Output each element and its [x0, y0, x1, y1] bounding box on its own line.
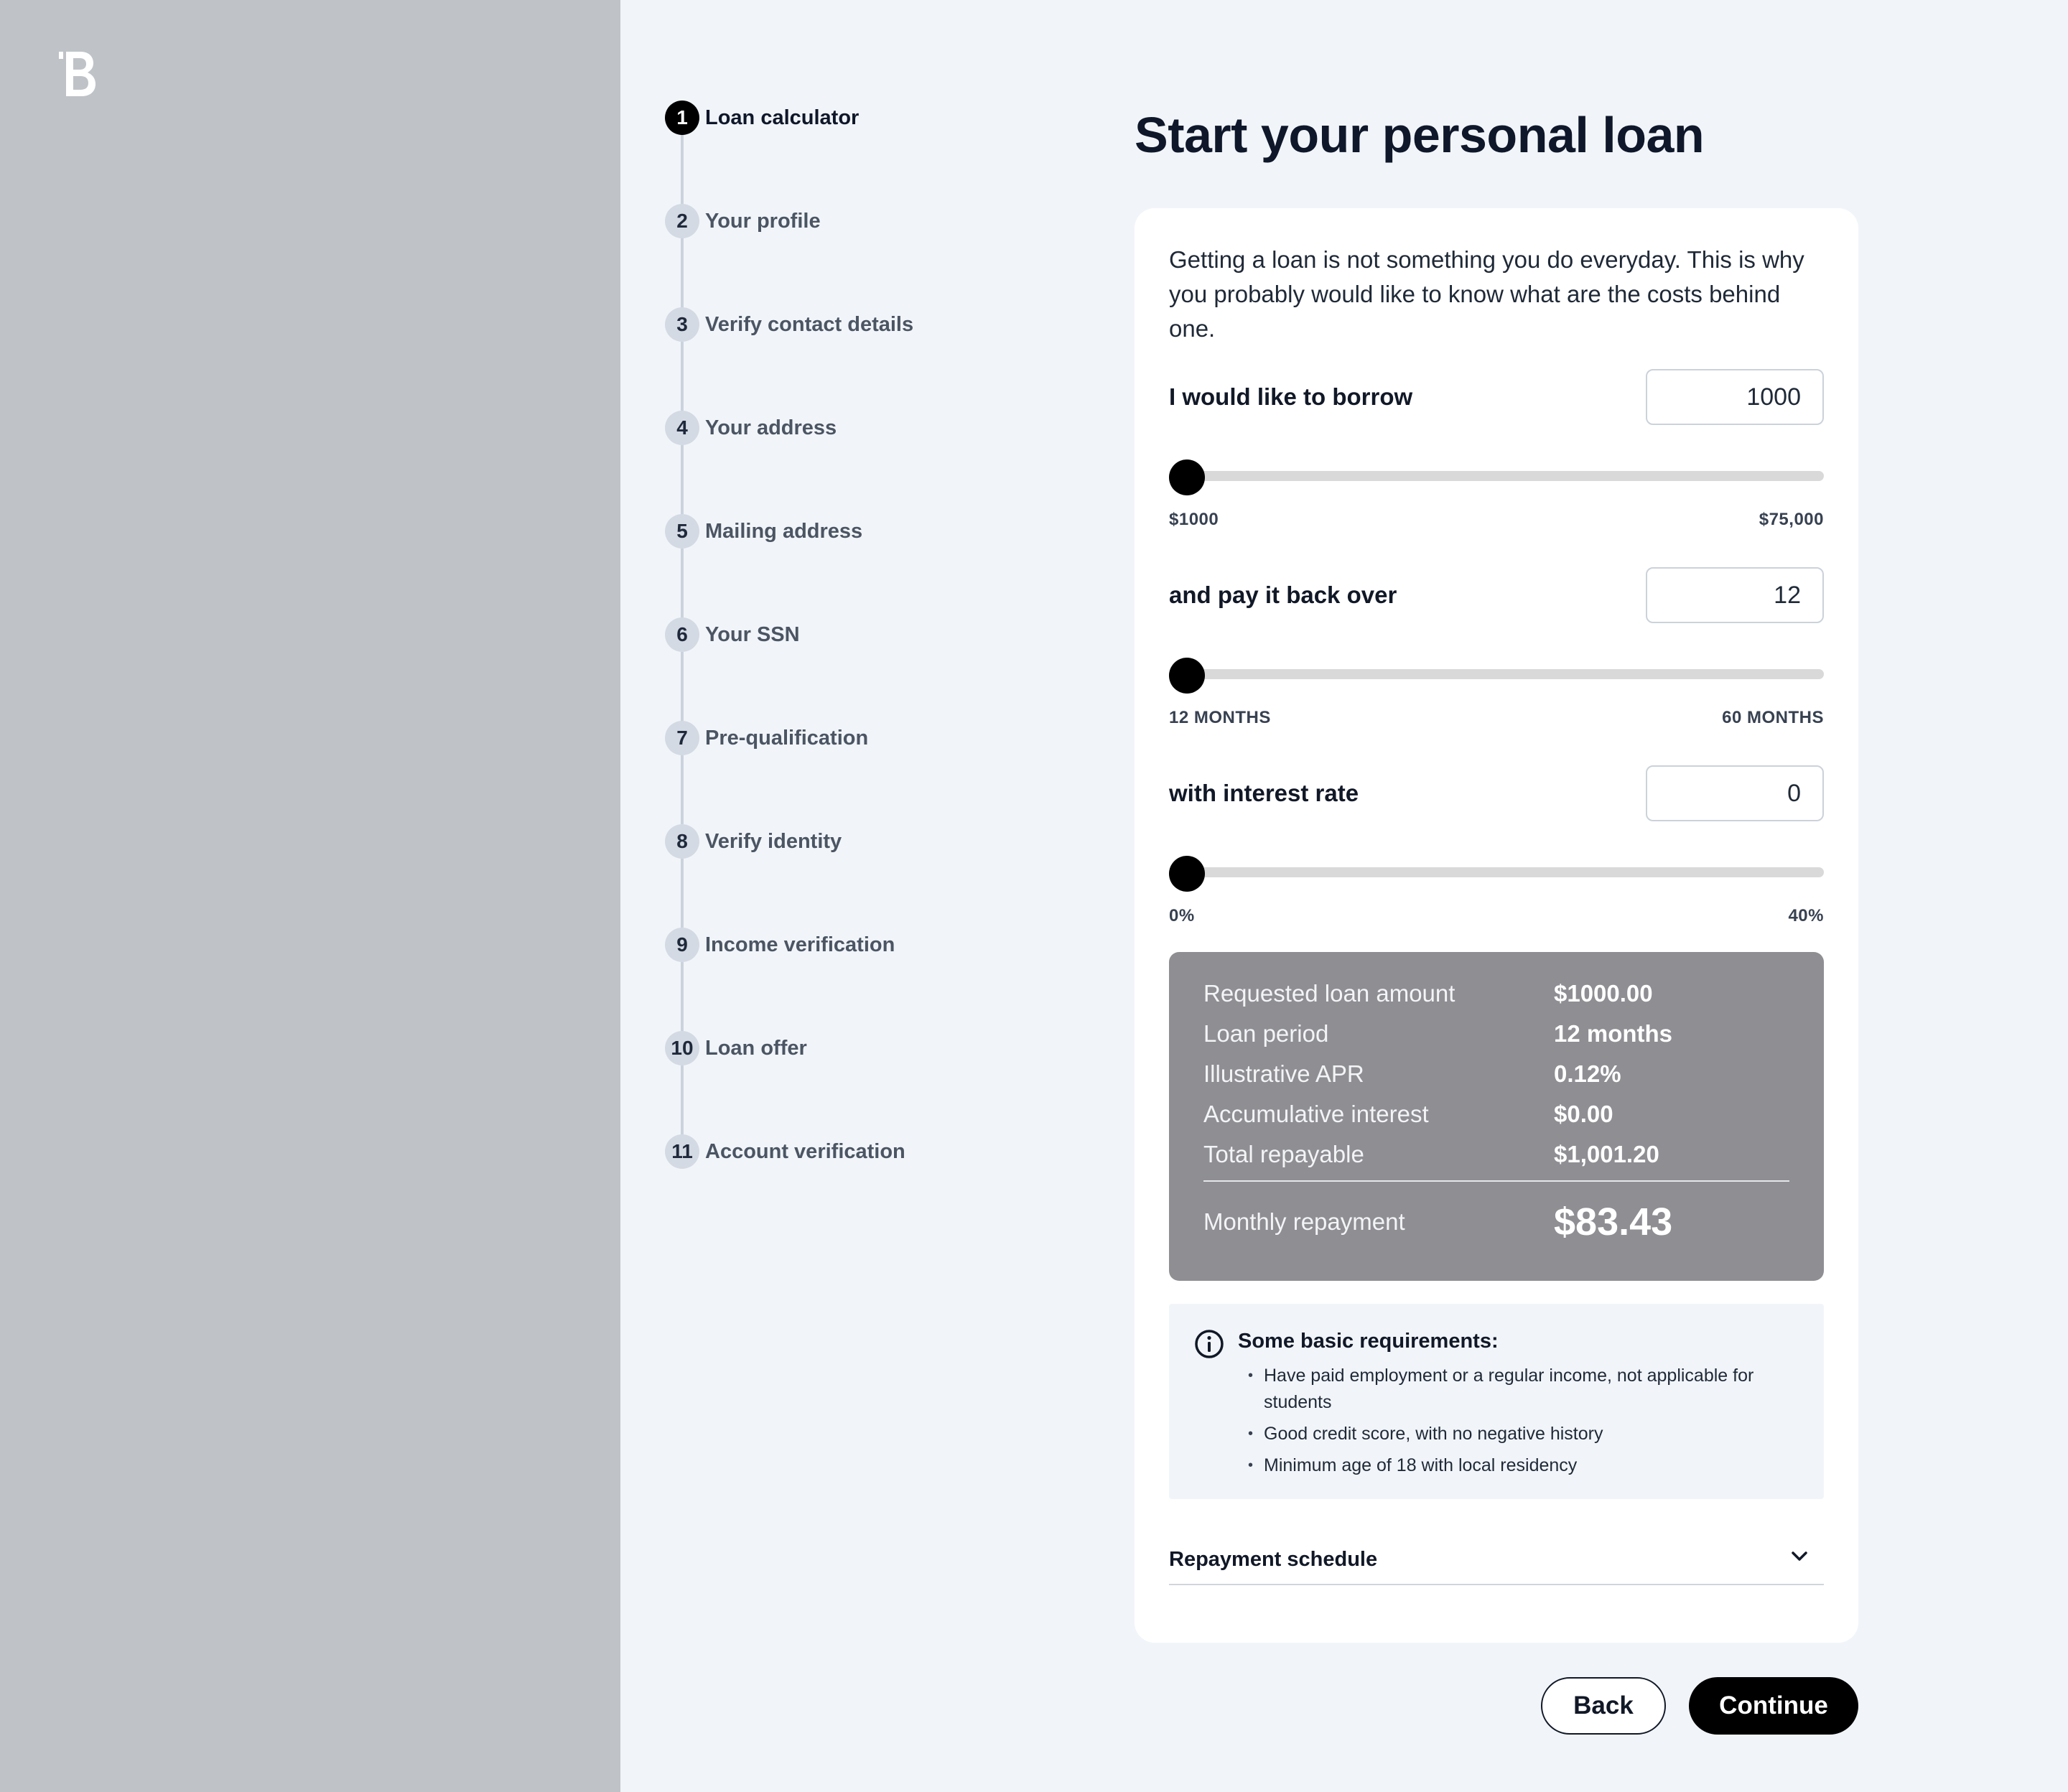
borrow-min-label: $1000 — [1169, 510, 1219, 529]
rate-label: with interest rate — [1169, 780, 1359, 806]
requirements-box: Some basic requirements: Have paid emplo… — [1169, 1304, 1824, 1499]
interest-rate-input[interactable]: 0 — [1646, 765, 1824, 821]
summary-value: $0.00 — [1554, 1101, 1613, 1127]
summary-label: Monthly repayment — [1203, 1208, 1405, 1235]
step-number: 10 — [665, 1031, 699, 1065]
page: 1 Loan calculator 2 Your profile 3 Verif… — [0, 0, 2068, 1792]
summary-row-period: Loan period 12 months — [1203, 1014, 1792, 1054]
period-max-label: 60 MONTHS — [1722, 708, 1824, 727]
summary-value: $1,001.20 — [1554, 1141, 1659, 1167]
step-connector — [681, 1065, 684, 1134]
repayment-schedule-accordion[interactable]: Repayment schedule — [1169, 1528, 1824, 1585]
step-connector — [681, 652, 684, 721]
step-connector — [681, 135, 684, 204]
summary-row-requested: Requested loan amount $1000.00 — [1203, 974, 1792, 1014]
summary-divider — [1203, 1180, 1789, 1182]
requirements-list: Have paid employment or a regular income… — [1248, 1363, 1808, 1484]
step-label: Mailing address — [705, 519, 863, 543]
step-label: Pre-qualification — [705, 726, 869, 750]
summary-row-interest: Accumulative interest $0.00 — [1203, 1094, 1792, 1134]
step-label: Loan calculator — [705, 106, 860, 129]
step-verify-identity[interactable]: 8 Verify identity — [665, 824, 842, 859]
borrow-slider-track[interactable] — [1169, 471, 1824, 481]
period-label: and pay it back over — [1169, 582, 1397, 608]
step-number: 9 — [665, 928, 699, 962]
step-label: Verify identity — [705, 829, 842, 853]
intro-text: Getting a loan is not something you do e… — [1169, 246, 1804, 342]
period-months-input[interactable]: 12 — [1646, 567, 1824, 623]
step-connector — [681, 859, 684, 928]
summary-label: Illustrative APR — [1203, 1060, 1364, 1087]
period-min-label: 12 MONTHS — [1169, 708, 1271, 727]
step-number: 5 — [665, 514, 699, 549]
summary-label: Requested loan amount — [1203, 980, 1455, 1007]
borrow-label: I would like to borrow — [1169, 383, 1413, 410]
borrow-slider-thumb[interactable] — [1169, 459, 1205, 495]
step-number: 4 — [665, 411, 699, 445]
summary-value: 12 months — [1554, 1020, 1673, 1047]
step-connector — [681, 962, 684, 1031]
monthly-repayment-value: $83.43 — [1554, 1200, 1673, 1243]
page-title: Start your personal loan — [1135, 107, 1705, 163]
step-your-address[interactable]: 4 Your address — [665, 411, 837, 445]
step-mailing-address[interactable]: 5 Mailing address — [665, 514, 862, 549]
step-label: Income verification — [705, 933, 895, 956]
loan-calculator-card: Getting a loan is not something you do e… — [1135, 208, 1858, 1643]
continue-button[interactable]: Continue — [1689, 1677, 1858, 1735]
step-label: Your profile — [705, 209, 821, 233]
rate-slider-track[interactable] — [1169, 867, 1824, 877]
requirements-title: Some basic requirements: — [1238, 1330, 1499, 1353]
step-number: 2 — [665, 204, 699, 238]
summary-label: Total repayable — [1203, 1141, 1364, 1167]
step-number: 11 — [665, 1134, 699, 1169]
step-pre-qualification[interactable]: 7 Pre-qualification — [665, 721, 868, 755]
step-number: 7 — [665, 721, 699, 755]
step-connector — [681, 755, 684, 824]
step-verify-contact-details[interactable]: 3 Verify contact details — [665, 307, 913, 342]
step-loan-calculator[interactable]: 1 Loan calculator — [665, 101, 859, 135]
step-loan-offer[interactable]: 10 Loan offer — [665, 1031, 807, 1065]
step-number: 8 — [665, 824, 699, 859]
summary-value: $1000.00 — [1554, 980, 1653, 1007]
list-item: Good credit score, with no negative hist… — [1248, 1421, 1808, 1447]
rate-max-label: 40% — [1788, 906, 1824, 925]
step-connector — [681, 238, 684, 307]
list-item: Have paid employment or a regular income… — [1248, 1363, 1808, 1416]
step-label: Your SSN — [705, 622, 800, 646]
step-label: Your address — [705, 416, 837, 439]
borrow-max-label: $75,000 — [1759, 510, 1824, 529]
step-income-verification[interactable]: 9 Income verification — [665, 928, 895, 962]
step-number: 1 — [665, 101, 699, 135]
summary-row-monthly: Monthly repayment $83.43 — [1203, 1196, 1792, 1248]
step-connector — [681, 342, 684, 411]
loan-summary: Requested loan amount $1000.00 Loan peri… — [1169, 952, 1824, 1281]
step-connector — [681, 445, 684, 514]
rate-min-label: 0% — [1169, 906, 1195, 925]
side-panel — [0, 0, 620, 1792]
summary-value: 0.12% — [1554, 1060, 1621, 1087]
step-label: Verify contact details — [705, 312, 914, 336]
summary-row-apr: Illustrative APR 0.12% — [1203, 1054, 1792, 1094]
back-button[interactable]: Back — [1541, 1677, 1666, 1735]
period-slider-thumb[interactable] — [1169, 658, 1205, 694]
brand-b-logo-icon — [59, 52, 96, 96]
borrow-amount-input[interactable]: 1000 — [1646, 369, 1824, 425]
summary-row-total: Total repayable $1,001.20 — [1203, 1134, 1792, 1175]
step-your-profile[interactable]: 2 Your profile — [665, 204, 821, 238]
rate-slider-thumb[interactable] — [1169, 856, 1205, 892]
list-item: Minimum age of 18 with local residency — [1248, 1452, 1808, 1479]
period-slider-track[interactable] — [1169, 669, 1824, 679]
step-your-ssn[interactable]: 6 Your SSN — [665, 617, 800, 652]
step-label: Account verification — [705, 1139, 905, 1163]
step-connector — [681, 549, 684, 617]
summary-label: Loan period — [1203, 1020, 1329, 1047]
info-icon — [1195, 1330, 1224, 1358]
chevron-down-icon — [1792, 1551, 1807, 1561]
accordion-label: Repayment schedule — [1169, 1548, 1378, 1571]
step-number: 6 — [665, 617, 699, 652]
step-account-verification[interactable]: 11 Account verification — [665, 1134, 905, 1169]
step-label: Loan offer — [705, 1036, 807, 1060]
summary-label: Accumulative interest — [1203, 1101, 1429, 1127]
step-number: 3 — [665, 307, 699, 342]
